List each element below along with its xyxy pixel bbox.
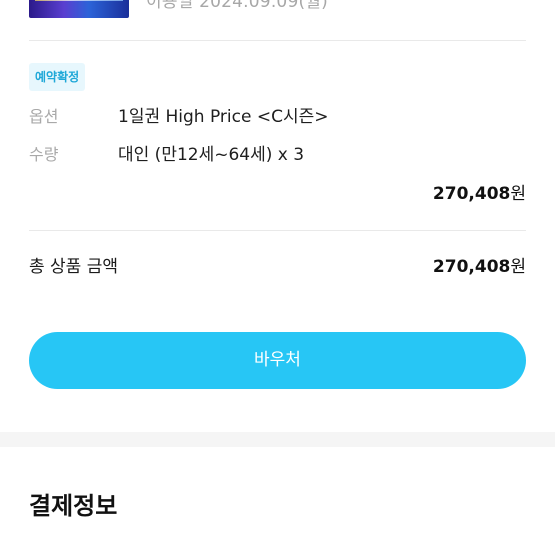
line-item-price-amount: 270,408 [432,184,511,204]
order-detail-page: 이용일 2024.09.09(월) 예약확정 옵션 1일권 High Price… [0,0,555,555]
thumbnail-banner-graphic [35,0,123,1]
quantity-value: 대인 (만12세~64세) x 3 [118,145,305,165]
reservation-status-badge: 예약확정 [29,63,86,91]
divider [29,230,526,231]
total-amount: 270,408원 [433,256,526,278]
total-amount-value: 270,408 [432,257,511,277]
use-date-text: 이용일 2024.09.09(월) [146,0,328,12]
total-amount-unit: 원 [510,257,526,277]
line-item-price: 270,408원 [433,183,526,205]
section-separator [0,432,555,447]
line-item-price-unit: 원 [510,184,526,204]
voucher-button[interactable]: 바우처 [29,332,526,389]
option-label: 옵션 [29,107,59,126]
quantity-label: 수량 [29,145,59,164]
divider [29,40,526,41]
total-amount-label: 총 상품 금액 [29,257,119,277]
payment-info-title: 결제정보 [29,492,118,520]
product-thumbnail[interactable] [29,0,129,18]
option-value: 1일권 High Price <C시즌> [118,107,329,127]
